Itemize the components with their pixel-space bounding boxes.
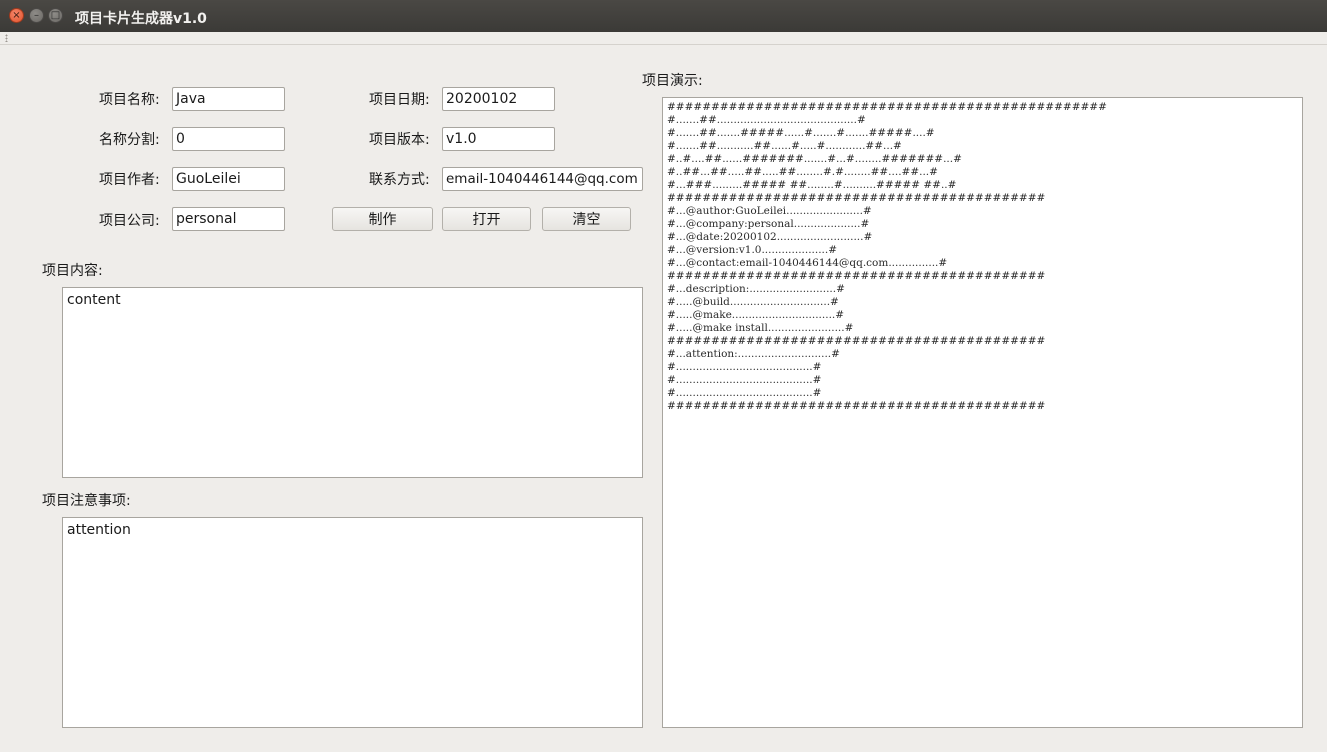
- preview-line: #...@version:v1.0....................#: [667, 244, 838, 256]
- preview-line: #.......................................…: [667, 387, 822, 399]
- preview-line: #...@company:personal...................…: [667, 218, 870, 230]
- project-name-label: 项目名称:: [99, 92, 160, 108]
- preview-line: #...description:........................…: [667, 283, 845, 295]
- preview-line: ########################################…: [667, 101, 1107, 113]
- preview-line: #.....@make.............................…: [667, 309, 845, 321]
- preview-line: #...@date:20200102......................…: [667, 231, 873, 243]
- project-attention-textarea[interactable]: attention: [62, 517, 643, 728]
- project-content-label: 项目内容:: [42, 263, 103, 279]
- preview-line: #...@contact:email-1040446144@qq.com....…: [667, 257, 948, 269]
- maximize-icon: □: [50, 9, 61, 21]
- project-preview-panel[interactable]: ########################################…: [662, 97, 1303, 728]
- project-version-label: 项目版本:: [369, 132, 430, 148]
- contact-label: 联系方式:: [369, 172, 430, 188]
- title-bar: × – □ 项目卡片生成器v1.0: [0, 0, 1327, 32]
- make-button[interactable]: 制作: [332, 207, 433, 231]
- preview-line: #.......................................…: [667, 374, 822, 386]
- preview-line: #...@author:GuoLeilei...................…: [667, 205, 872, 217]
- preview-line: #.......................................…: [667, 361, 822, 373]
- clear-button[interactable]: 清空: [542, 207, 631, 231]
- preview-line: #...attention:..........................…: [667, 348, 840, 360]
- project-content-textarea[interactable]: content: [62, 287, 643, 478]
- open-button[interactable]: 打开: [442, 207, 531, 231]
- project-attention-label: 项目注意事项:: [42, 493, 131, 509]
- window-title: 项目卡片生成器v1.0: [75, 11, 207, 27]
- project-company-label: 项目公司:: [99, 213, 160, 229]
- maximize-window-button[interactable]: □: [48, 8, 63, 23]
- name-split-label: 名称分割:: [99, 132, 160, 148]
- project-company-input[interactable]: personal: [172, 207, 285, 231]
- toolbar-grip-handle[interactable]: [5, 34, 8, 42]
- toolbar-area: [0, 32, 1327, 45]
- preview-line: #.......##.......#####......#.......#...…: [667, 127, 935, 139]
- preview-line: #...###.........##### ##........#.......…: [667, 179, 957, 191]
- preview-line: #.....@build............................…: [667, 296, 839, 308]
- preview-line: ########################################…: [667, 335, 1046, 347]
- minimize-window-button[interactable]: –: [29, 8, 44, 23]
- close-window-button[interactable]: ×: [9, 8, 24, 23]
- project-author-input[interactable]: GuoLeilei: [172, 167, 285, 191]
- preview-line: ########################################…: [667, 400, 1046, 412]
- project-date-label: 项目日期:: [369, 92, 430, 108]
- project-name-input[interactable]: Java: [172, 87, 285, 111]
- preview-line: ########################################…: [667, 192, 1046, 204]
- project-date-input[interactable]: 20200102: [442, 87, 555, 111]
- preview-line: #..##...##.....##.....##........#.#.....…: [667, 166, 938, 178]
- preview-line: #.....@make install.....................…: [667, 322, 854, 334]
- preview-line: ########################################…: [667, 270, 1046, 282]
- project-author-label: 项目作者:: [99, 172, 160, 188]
- contact-input[interactable]: email-1040446144@qq.com: [442, 167, 643, 191]
- preview-line: #..#....##......#######.......#...#.....…: [667, 153, 962, 165]
- project-version-input[interactable]: v1.0: [442, 127, 555, 151]
- minimize-icon: –: [34, 9, 39, 21]
- preview-line: #.......##...........##......#.....#....…: [667, 140, 902, 152]
- close-icon: ×: [12, 9, 21, 21]
- name-split-input[interactable]: 0: [172, 127, 285, 151]
- project-preview-label: 项目演示:: [642, 73, 703, 89]
- preview-line: #.......##..............................…: [667, 114, 866, 126]
